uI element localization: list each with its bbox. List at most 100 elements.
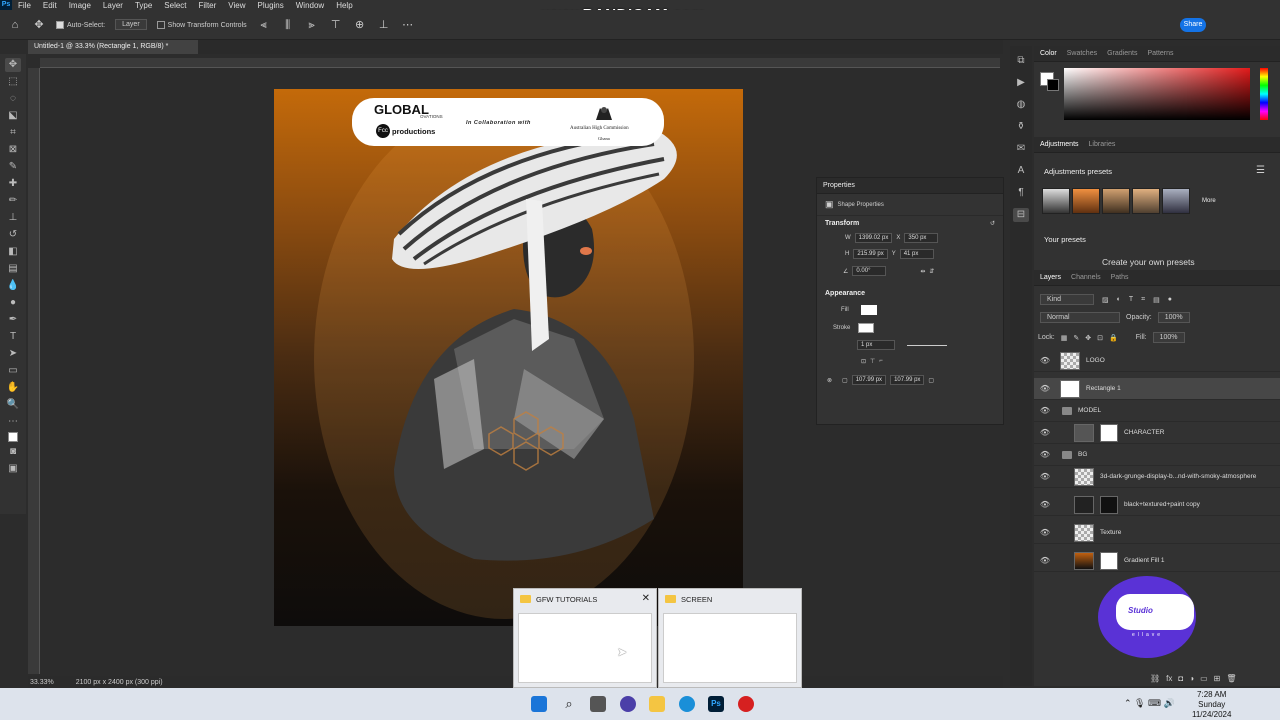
quick-mask-icon[interactable]: ◙ (5, 445, 21, 459)
preset-thumb-3[interactable] (1102, 188, 1130, 214)
menu-filter[interactable]: Filter (193, 1, 223, 10)
foreground-color-swatch[interactable] (8, 432, 18, 442)
menu-plugins[interactable]: Plugins (252, 1, 290, 10)
align-top-icon[interactable]: ⊤ (329, 18, 343, 32)
screen-mode-icon[interactable]: ▣ (5, 462, 21, 476)
stroke-swatch[interactable] (858, 323, 875, 333)
stroke-width-field[interactable]: 1 px (857, 340, 895, 350)
menu-edit[interactable]: Edit (37, 1, 63, 10)
tab-swatches[interactable]: Swatches (1067, 50, 1097, 57)
layer-row[interactable]: 👁 BG (1034, 444, 1280, 466)
width-field[interactable]: 1399.02 px (854, 233, 893, 243)
reset-icon[interactable]: ↺ (990, 220, 995, 227)
filter-smart-icon[interactable]: ▤ (1153, 296, 1160, 304)
menu-layer[interactable]: Layer (97, 1, 129, 10)
brush-tool-icon[interactable]: ✏ (5, 194, 21, 208)
type-tool-icon[interactable]: T (5, 330, 21, 344)
share-button[interactable]: Share (1180, 18, 1206, 32)
hue-slider[interactable] (1260, 68, 1268, 120)
marquee-tool-icon[interactable]: ⬚ (5, 75, 21, 89)
transform-section[interactable]: Transform (825, 220, 859, 227)
height-field[interactable]: 215.99 px (853, 249, 888, 259)
align-right-icon[interactable]: ⫸ (305, 18, 319, 32)
path-select-icon[interactable]: ➤ (5, 347, 21, 361)
character-icon[interactable]: A (1013, 164, 1029, 178)
record-app-icon[interactable] (738, 696, 754, 712)
menu-help[interactable]: Help (330, 1, 358, 10)
tab-channels[interactable]: Channels (1071, 274, 1101, 281)
filter-type-icon[interactable]: T (1129, 296, 1133, 303)
paragraph-icon[interactable]: ¶ (1013, 186, 1029, 200)
fill-field[interactable]: 100% (1152, 332, 1185, 343)
taskbar-preview-gfw-tutorials[interactable]: GFW TUTORIALS ✕ (513, 588, 657, 688)
window-preview[interactable] (518, 613, 652, 683)
lock-paint-icon[interactable]: ✎ (1073, 334, 1079, 342)
menu-image[interactable]: Image (63, 1, 97, 10)
filter-toggle-icon[interactable]: ● (1168, 296, 1172, 303)
flip-horizontal-icon[interactable]: ⇹ (920, 268, 925, 275)
lock-artboard-icon[interactable]: ⊡ (1097, 334, 1103, 342)
eye-icon[interactable]: 👁 (1038, 356, 1052, 365)
stroke-align-icon[interactable]: ⊡ (861, 358, 866, 365)
corner-radius-1-field[interactable]: 107.99 px (851, 375, 887, 385)
photoshop-icon[interactable]: Ps (708, 696, 724, 712)
color-picker-field[interactable] (1064, 68, 1250, 120)
filter-shape-icon[interactable]: ⌗ (1141, 296, 1145, 304)
pen-tool-icon[interactable]: ✒ (5, 313, 21, 327)
history-icon[interactable]: ⧉ (1013, 54, 1029, 68)
preset-thumb-1[interactable] (1042, 188, 1070, 214)
layer-row[interactable]: 👁 black+textured+paint copy (1034, 494, 1280, 516)
blur-tool-icon[interactable]: 💧 (5, 279, 21, 293)
fill-swatch[interactable] (860, 305, 877, 315)
object-select-tool-icon[interactable]: ⬕ (5, 109, 21, 123)
lasso-tool-icon[interactable]: ◌ (5, 92, 21, 106)
auto-select-target-dropdown[interactable]: Layer (115, 19, 147, 30)
opacity-field[interactable]: 100% (1157, 312, 1190, 323)
blend-mode-dropdown[interactable]: Normal (1040, 312, 1120, 323)
fx-icon[interactable]: fx (1166, 674, 1172, 683)
align-bottom-icon[interactable]: ⊥ (377, 18, 391, 32)
logo-banner[interactable]: GLOBAL OVATIONS Fcc productions In Colla… (352, 98, 664, 146)
corner-radius-2-field[interactable]: 107.99 px (890, 375, 925, 385)
mask-thumbnail[interactable] (1100, 423, 1118, 442)
auto-select-checkbox[interactable] (56, 20, 64, 29)
layer-row[interactable]: 👁 Gradient Fill 1 (1034, 550, 1280, 572)
move-tool-icon[interactable]: ✥ (32, 18, 46, 32)
layer-row[interactable]: 👁 3d-dark-grunge-display-b...nd-with-smok… (1034, 466, 1280, 488)
angle-field[interactable]: 0.00° (852, 266, 887, 276)
menu-select[interactable]: Select (158, 1, 192, 10)
stroke-corner-icon[interactable]: ⌐ (879, 358, 883, 364)
clone-stamp-icon[interactable]: ⊥ (5, 211, 21, 225)
start-icon[interactable] (531, 696, 547, 712)
layer-row[interactable]: 👁 MODEL (1034, 400, 1280, 422)
shape-tool-icon[interactable]: ▭ (5, 364, 21, 378)
delete-layer-icon[interactable]: 🗑 (1226, 674, 1236, 683)
more-presets-button[interactable]: More (1202, 188, 1216, 214)
app-icon[interactable] (620, 696, 636, 712)
tab-gradients[interactable]: Gradients (1107, 50, 1137, 57)
auto-select-toggle[interactable]: Auto-Select: (56, 20, 105, 29)
dodge-tool-icon[interactable]: ● (5, 296, 21, 310)
zoom-level[interactable]: 33.33% (30, 679, 54, 686)
layer-kind-dropdown[interactable]: Kind (1040, 294, 1094, 305)
adjustments-presets-title[interactable]: Adjustments presets (1044, 167, 1112, 176)
eye-icon[interactable]: 👁 (1038, 556, 1052, 565)
clock[interactable]: 7:28 AM Sunday 11/24/2024 (1192, 690, 1231, 720)
edge-icon[interactable] (679, 696, 695, 712)
filter-adjust-icon[interactable]: ◐ (1117, 296, 1121, 303)
healing-brush-icon[interactable]: ✚ (5, 177, 21, 191)
eye-icon[interactable]: 👁 (1038, 428, 1052, 437)
tray-icons[interactable]: ⌃ 🎙 ⌨ 🔊 (1124, 698, 1175, 709)
stroke-cap-icon[interactable]: ⊤ (870, 358, 875, 365)
x-field[interactable]: 350 px (904, 233, 939, 243)
menu-view[interactable]: View (222, 1, 251, 10)
flip-vertical-icon[interactable]: ⇵ (929, 268, 934, 275)
document-tab[interactable]: Untitled-1 @ 33.3% (Rectangle 1, RGB/8) … (28, 40, 198, 54)
properties-title[interactable]: Properties (817, 178, 1003, 194)
appearance-section[interactable]: Appearance (817, 286, 1003, 301)
history-brush-icon[interactable]: ↺ (5, 228, 21, 242)
menu-file[interactable]: File (12, 1, 37, 10)
eraser-tool-icon[interactable]: ◧ (5, 245, 21, 259)
filter-pixel-icon[interactable]: ▨ (1102, 296, 1109, 304)
frame-tool-icon[interactable]: ⊠ (5, 143, 21, 157)
